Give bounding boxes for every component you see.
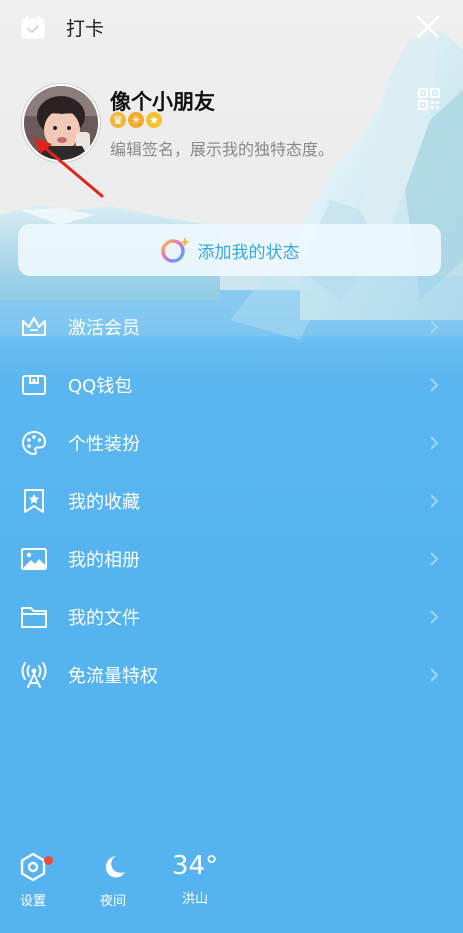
chevron-right-icon bbox=[430, 436, 439, 450]
chevron-right-icon bbox=[430, 610, 439, 624]
crown-badge-icon: ♛ bbox=[110, 112, 126, 128]
moon-icon bbox=[105, 856, 125, 878]
menu-item-label: 我的相册 bbox=[68, 550, 140, 571]
chevron-right-icon bbox=[430, 668, 439, 682]
menu-item-label: 我的收藏 bbox=[68, 492, 140, 513]
menu-item-free-data[interactable]: 免流量特权 bbox=[0, 646, 463, 704]
weather-city: 洪山 bbox=[182, 892, 209, 907]
menu-item-album[interactable]: 我的相册 bbox=[0, 530, 463, 588]
night-mode-button[interactable]: 夜间 bbox=[98, 852, 128, 909]
vip-badges[interactable]: ♛ ☀ ★ bbox=[110, 112, 162, 128]
night-mode-label: 夜间 bbox=[99, 894, 126, 909]
add-status-button[interactable]: 添加我的状态 bbox=[18, 224, 441, 276]
weather-temperature: 34° bbox=[172, 851, 219, 881]
status-ring-icon bbox=[160, 237, 190, 263]
menu-item-files[interactable]: 我的文件 bbox=[0, 588, 463, 646]
menu-item-personalize[interactable]: 个性装扮 bbox=[0, 414, 463, 472]
bookmark-star-icon bbox=[24, 489, 44, 513]
crown-icon bbox=[22, 317, 46, 336]
chevron-right-icon bbox=[430, 494, 439, 508]
star-badge-icon: ★ bbox=[146, 112, 162, 128]
chevron-right-icon bbox=[430, 320, 439, 334]
checkin-button[interactable]: 打卡 bbox=[20, 14, 104, 41]
chevron-right-icon bbox=[430, 552, 439, 566]
menu-item-label: 我的文件 bbox=[68, 608, 140, 629]
chevron-right-icon bbox=[430, 378, 439, 392]
signature-text[interactable]: 编辑签名，展示我的独特态度。 bbox=[110, 136, 334, 160]
menu-item-label: 个性装扮 bbox=[68, 434, 140, 455]
palette-icon bbox=[21, 430, 47, 456]
menu-item-label: 激活会员 bbox=[68, 318, 140, 339]
checkin-label: 打卡 bbox=[66, 18, 105, 40]
menu-item-label: 免流量特权 bbox=[68, 666, 158, 687]
menu-item-activate-vip[interactable]: 激活会员 bbox=[0, 298, 463, 356]
notification-dot bbox=[44, 856, 53, 865]
image-icon bbox=[21, 548, 47, 570]
arrow-annotation bbox=[34, 138, 104, 198]
menu-item-qq-wallet[interactable]: QQ钱包 bbox=[0, 356, 463, 414]
weather-widget[interactable]: 34° 洪山 bbox=[172, 852, 218, 907]
footer-bar: 设置 夜间 34° 洪山 bbox=[0, 852, 463, 922]
calendar-check-icon bbox=[21, 15, 45, 38]
wallet-icon bbox=[22, 375, 46, 395]
settings-hexagon-icon bbox=[20, 852, 46, 882]
sun-badge-icon: ☀ bbox=[128, 112, 144, 128]
close-icon[interactable] bbox=[415, 14, 441, 40]
add-status-label: 添加我的状态 bbox=[197, 242, 300, 263]
menu-list: 激活会员 QQ钱包 个性装扮 我的收藏 我的相册 我的文件 免流量特权 bbox=[0, 298, 463, 704]
menu-item-favorites[interactable]: 我的收藏 bbox=[0, 472, 463, 530]
settings-label: 设置 bbox=[19, 894, 46, 909]
folder-icon bbox=[21, 607, 47, 628]
broadcast-icon bbox=[21, 662, 47, 688]
qr-code-icon[interactable] bbox=[418, 88, 440, 110]
menu-item-label: QQ钱包 bbox=[68, 376, 133, 397]
